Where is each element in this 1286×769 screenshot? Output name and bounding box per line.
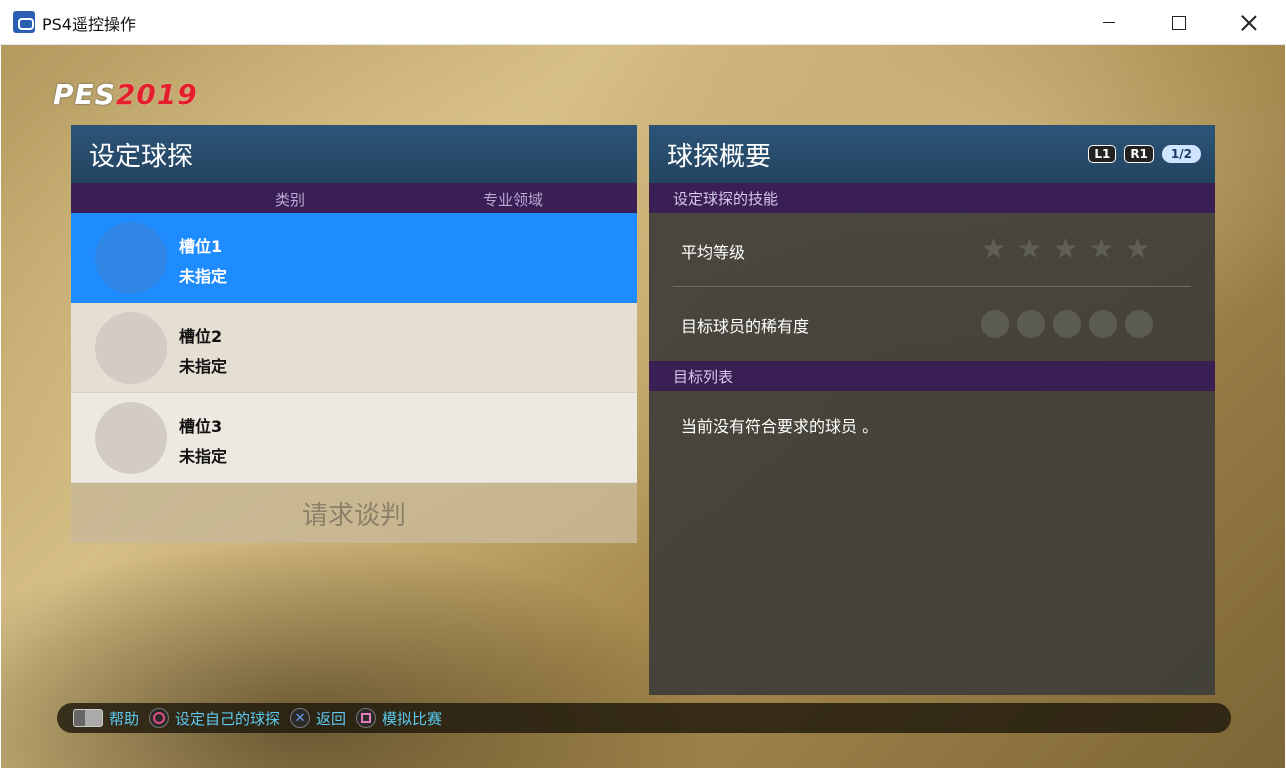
star-icon: ★ bbox=[981, 232, 1007, 265]
target-list-header: 目标列表 bbox=[649, 361, 1215, 391]
window-title: PS4遥控操作 bbox=[42, 15, 136, 34]
window-titlebar: PS4遥控操作 bbox=[0, 0, 1286, 45]
touchpad-icon bbox=[73, 709, 103, 727]
column-category: 类别 bbox=[275, 191, 306, 209]
circle-button-icon bbox=[149, 708, 170, 728]
scout-summary-header: 球探概要 L1 R1 1/2 bbox=[649, 125, 1215, 183]
scout-setup-title: 设定球探 bbox=[89, 141, 194, 172]
star-icon: ★ bbox=[1125, 232, 1151, 265]
column-header: 类别 专业领域 bbox=[71, 183, 637, 213]
slot-name: 槽位2 bbox=[179, 327, 223, 346]
scout-setup-panel: 设定球探 类别 专业领域 槽位1 未指定 槽位2 未指定 槽位3 未指定 请求谈… bbox=[71, 125, 637, 545]
close-button[interactable] bbox=[1214, 0, 1284, 45]
cross-button-icon: ✕ bbox=[290, 708, 311, 728]
minimize-icon bbox=[1103, 22, 1115, 23]
maximize-icon bbox=[1172, 15, 1186, 30]
rarity-dot bbox=[981, 310, 1009, 338]
l1-button-badge[interactable]: L1 bbox=[1088, 145, 1117, 163]
button-hint-bar: 帮助 设定自己的球探 ✕ 返回 模拟比赛 bbox=[57, 703, 1231, 733]
close-icon bbox=[1241, 15, 1257, 31]
page-indicator: 1/2 bbox=[1161, 145, 1201, 163]
scout-summary-title: 球探概要 bbox=[667, 141, 772, 172]
slot-status: 未指定 bbox=[179, 357, 228, 376]
set-scout-label: 设定自己的球探 bbox=[175, 709, 281, 728]
average-level-label: 平均等级 bbox=[681, 243, 746, 262]
scout-setup-header: 设定球探 bbox=[71, 125, 637, 183]
slot-status: 未指定 bbox=[179, 447, 228, 466]
average-level-stars: ★ ★ ★ ★ ★ bbox=[981, 232, 1151, 265]
slot-name: 槽位1 bbox=[179, 237, 223, 256]
simulate-match-hint[interactable]: 模拟比赛 bbox=[356, 708, 442, 729]
rarity-dots bbox=[981, 310, 1153, 338]
help-label: 帮助 bbox=[109, 709, 140, 728]
empty-list-message: 当前没有符合要求的球员 。 bbox=[681, 417, 879, 436]
set-scout-hint[interactable]: 设定自己的球探 bbox=[149, 708, 280, 729]
back-label: 返回 bbox=[316, 709, 347, 728]
rarity-label: 目标球员的稀有度 bbox=[681, 317, 810, 336]
logo-pes-text: PES bbox=[53, 78, 116, 111]
gamepad-app-icon bbox=[13, 11, 35, 33]
scout-avatar bbox=[95, 312, 167, 384]
rarity-dot bbox=[1017, 310, 1045, 338]
rarity-row: 目标球员的稀有度 bbox=[649, 287, 1215, 361]
scout-summary-panel: 球探概要 L1 R1 1/2 设定球探的技能 平均等级 ★ ★ ★ ★ ★ 目标… bbox=[649, 125, 1215, 695]
skills-section-header: 设定球探的技能 bbox=[649, 183, 1215, 213]
rarity-dot bbox=[1053, 310, 1081, 338]
star-icon: ★ bbox=[1053, 232, 1079, 265]
game-screen: PES2019 设定球探 类别 专业领域 槽位1 未指定 槽位2 未指定 槽位3… bbox=[1, 45, 1285, 768]
scout-avatar bbox=[95, 222, 167, 294]
scout-avatar bbox=[95, 402, 167, 474]
r1-button-badge[interactable]: R1 bbox=[1124, 145, 1154, 163]
simulate-label: 模拟比赛 bbox=[382, 709, 443, 728]
rarity-dot bbox=[1089, 310, 1117, 338]
pes-logo: PES2019 bbox=[53, 78, 198, 111]
star-icon: ★ bbox=[1089, 232, 1115, 265]
star-icon: ★ bbox=[1017, 232, 1043, 265]
help-hint[interactable]: 帮助 bbox=[73, 708, 139, 729]
request-negotiation-button[interactable]: 请求谈判 bbox=[71, 483, 637, 543]
scout-slot-1[interactable]: 槽位1 未指定 bbox=[71, 213, 637, 303]
slot-name: 槽位3 bbox=[179, 417, 223, 436]
scout-slot-2[interactable]: 槽位2 未指定 bbox=[71, 303, 637, 393]
back-hint[interactable]: ✕ 返回 bbox=[290, 708, 346, 729]
minimize-button[interactable] bbox=[1074, 0, 1144, 45]
page-badges: L1 R1 1/2 bbox=[1088, 145, 1201, 163]
maximize-button[interactable] bbox=[1144, 0, 1214, 45]
column-specialty: 专业领域 bbox=[483, 191, 544, 209]
scout-slot-3[interactable]: 槽位3 未指定 bbox=[71, 393, 637, 483]
average-level-row: 平均等级 ★ ★ ★ ★ ★ bbox=[649, 213, 1215, 287]
logo-year-text: 2019 bbox=[115, 78, 198, 111]
rarity-dot bbox=[1125, 310, 1153, 338]
slot-status: 未指定 bbox=[179, 267, 228, 286]
square-button-icon bbox=[356, 708, 377, 728]
